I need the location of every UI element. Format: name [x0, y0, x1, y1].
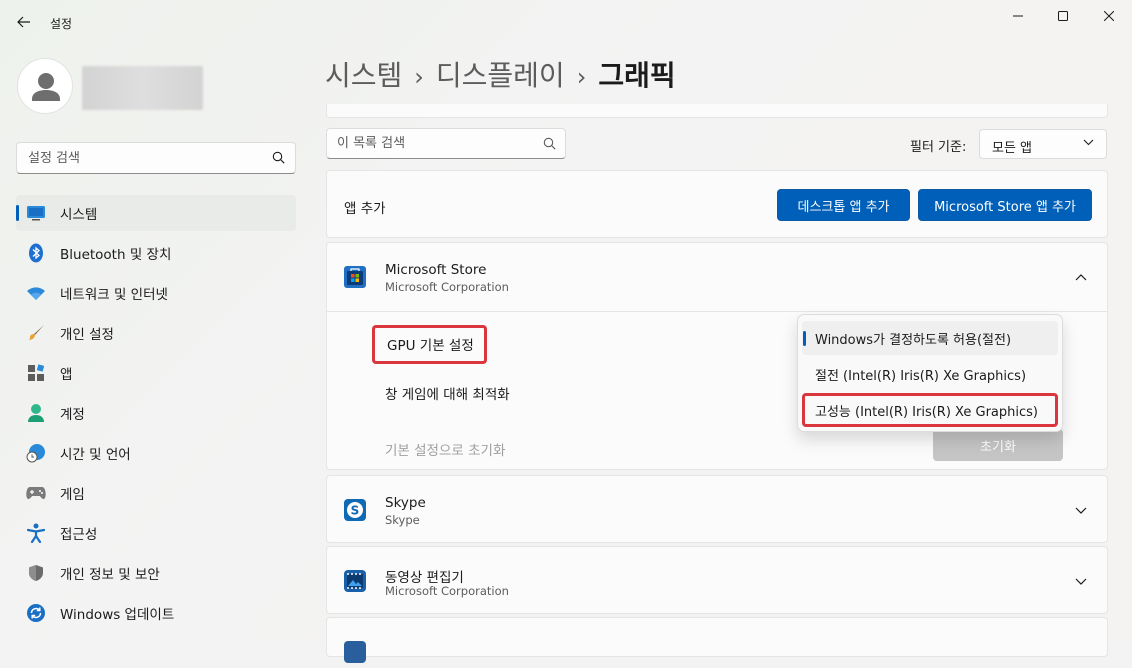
accessibility-icon	[26, 523, 46, 543]
windowed-game-optimization-label: 창 게임에 대해 최적화	[385, 387, 510, 403]
app-name: Microsoft Store	[385, 262, 487, 278]
sidebar-nav: 시스템 Bluetooth 및 장치 네트워크 및 인터넷 개인 설정 앱 계정…	[16, 195, 296, 635]
close-icon	[1104, 11, 1114, 21]
gamepad-icon	[26, 483, 46, 503]
minimize-button[interactable]	[995, 0, 1041, 32]
sidebar-item-bluetooth[interactable]: Bluetooth 및 장치	[16, 235, 296, 271]
person-icon	[32, 73, 60, 101]
breadcrumb: 시스템 › 디스플레이 › 그래픽	[325, 54, 676, 94]
breadcrumb-separator: ›	[576, 63, 587, 91]
paintbrush-icon	[26, 323, 46, 343]
chevron-up-icon[interactable]	[1071, 269, 1091, 285]
sidebar-item-label: 시스템	[60, 207, 98, 223]
close-button[interactable]	[1086, 0, 1132, 32]
scrolled-card-edge	[326, 104, 1108, 118]
sidebar-item-time-language[interactable]: 시간 및 언어	[16, 435, 296, 471]
wifi-icon	[26, 283, 46, 303]
back-button[interactable]	[8, 8, 40, 36]
minimize-icon	[1013, 15, 1023, 17]
gpu-option-high-performance[interactable]: 고성능 (Intel(R) Iris(R) Xe Graphics)	[802, 393, 1058, 427]
apps-icon	[26, 363, 46, 383]
skype-icon: S	[343, 498, 367, 522]
search-icon[interactable]	[543, 137, 556, 150]
search-icon[interactable]	[272, 151, 285, 164]
sidebar-item-label: 게임	[60, 487, 85, 503]
settings-window: 설정 시스템 Bluetoot	[0, 0, 1132, 663]
chevron-down-icon	[1083, 139, 1094, 146]
monitor-icon	[26, 203, 46, 223]
app-card-skype[interactable]: S Skype Skype	[326, 475, 1108, 543]
add-app-card: 앱 추가 데스크톱 앱 추가 Microsoft Store 앱 추가	[326, 170, 1108, 238]
maximize-icon	[1058, 11, 1068, 21]
sidebar-item-label: 개인 설정	[60, 327, 114, 343]
app-publisher: Microsoft Corporation	[385, 584, 509, 598]
breadcrumb-separator: ›	[414, 63, 424, 91]
settings-search-input[interactable]	[17, 143, 268, 173]
chevron-down-icon[interactable]	[1071, 573, 1091, 589]
sidebar-item-label: 앱	[60, 367, 73, 383]
list-search-input[interactable]	[327, 129, 542, 158]
gpu-preference-dropdown: Windows가 결정하도록 허용(절전) 절전 (Intel(R) Iris(…	[797, 314, 1063, 432]
sidebar-item-label: Windows 업데이트	[60, 607, 175, 623]
reset-to-default-label: 기본 설정으로 초기화	[385, 443, 506, 459]
breadcrumb-system[interactable]: 시스템	[325, 59, 402, 92]
window-title: 설정	[50, 17, 73, 31]
sidebar-item-label: Bluetooth 및 장치	[60, 247, 172, 263]
title-bar: 설정	[0, 0, 1132, 40]
add-app-label: 앱 추가	[344, 201, 386, 217]
sidebar-item-label: 접근성	[60, 527, 98, 543]
sidebar-item-personalization[interactable]: 개인 설정	[16, 315, 296, 351]
reset-button[interactable]: 초기화	[933, 429, 1063, 461]
shield-icon	[26, 563, 46, 583]
app-card-video-editor[interactable]: 동영상 편집기 Microsoft Corporation	[326, 546, 1108, 614]
app-card-partial[interactable]	[326, 617, 1108, 663]
microsoft-store-icon	[343, 265, 367, 289]
sidebar-item-network[interactable]: 네트워크 및 인터넷	[16, 275, 296, 311]
app-name: 동영상 편집기	[385, 570, 464, 586]
back-arrow-icon	[17, 16, 30, 28]
list-search-box	[326, 128, 566, 159]
sidebar-item-label: 시간 및 언어	[60, 447, 131, 463]
filter-label: 필터 기준:	[910, 140, 967, 155]
gpu-option-let-windows-decide[interactable]: Windows가 결정하도록 허용(절전)	[802, 321, 1058, 355]
sidebar-item-system[interactable]: 시스템	[16, 195, 296, 231]
sidebar-item-accounts[interactable]: 계정	[16, 395, 296, 431]
app-publisher: Microsoft Corporation	[385, 280, 509, 294]
sidebar-item-label: 개인 정보 및 보안	[60, 567, 160, 583]
globe-clock-icon	[26, 443, 46, 463]
app-name: Skype	[385, 495, 426, 511]
app-card-header[interactable]: Microsoft Store Microsoft Corporation	[327, 243, 1107, 312]
gpu-option-power-saving[interactable]: 절전 (Intel(R) Iris(R) Xe Graphics)	[802, 357, 1058, 391]
avatar[interactable]	[17, 58, 73, 114]
add-store-app-button[interactable]: Microsoft Store 앱 추가	[918, 189, 1092, 221]
maximize-button[interactable]	[1040, 0, 1086, 32]
sidebar-item-label: 네트워크 및 인터넷	[60, 287, 168, 303]
filter-value: 모든 앱	[992, 141, 1033, 156]
filter-dropdown[interactable]: 모든 앱	[979, 129, 1107, 159]
svg-text:S: S	[351, 504, 360, 518]
chevron-down-icon[interactable]	[1071, 502, 1091, 518]
breadcrumb-display[interactable]: 디스플레이	[436, 59, 565, 92]
sidebar-item-gaming[interactable]: 게임	[16, 475, 296, 511]
bluetooth-icon	[26, 243, 46, 263]
account-icon	[26, 403, 46, 423]
app-icon	[343, 640, 367, 664]
sidebar-item-privacy-security[interactable]: 개인 정보 및 보안	[16, 555, 296, 591]
settings-search-box	[16, 142, 296, 174]
update-icon	[26, 603, 46, 623]
account-name-redacted	[82, 66, 203, 110]
app-publisher: Skype	[385, 513, 420, 527]
video-editor-icon	[343, 569, 367, 593]
add-desktop-app-button[interactable]: 데스크톱 앱 추가	[777, 189, 910, 221]
page-title: 그래픽	[598, 59, 676, 92]
sidebar-item-accessibility[interactable]: 접근성	[16, 515, 296, 551]
gpu-preference-label: GPU 기본 설정	[372, 325, 487, 364]
sidebar-item-windows-update[interactable]: Windows 업데이트	[16, 595, 296, 631]
sidebar-item-apps[interactable]: 앱	[16, 355, 296, 391]
sidebar-item-label: 계정	[60, 407, 85, 423]
